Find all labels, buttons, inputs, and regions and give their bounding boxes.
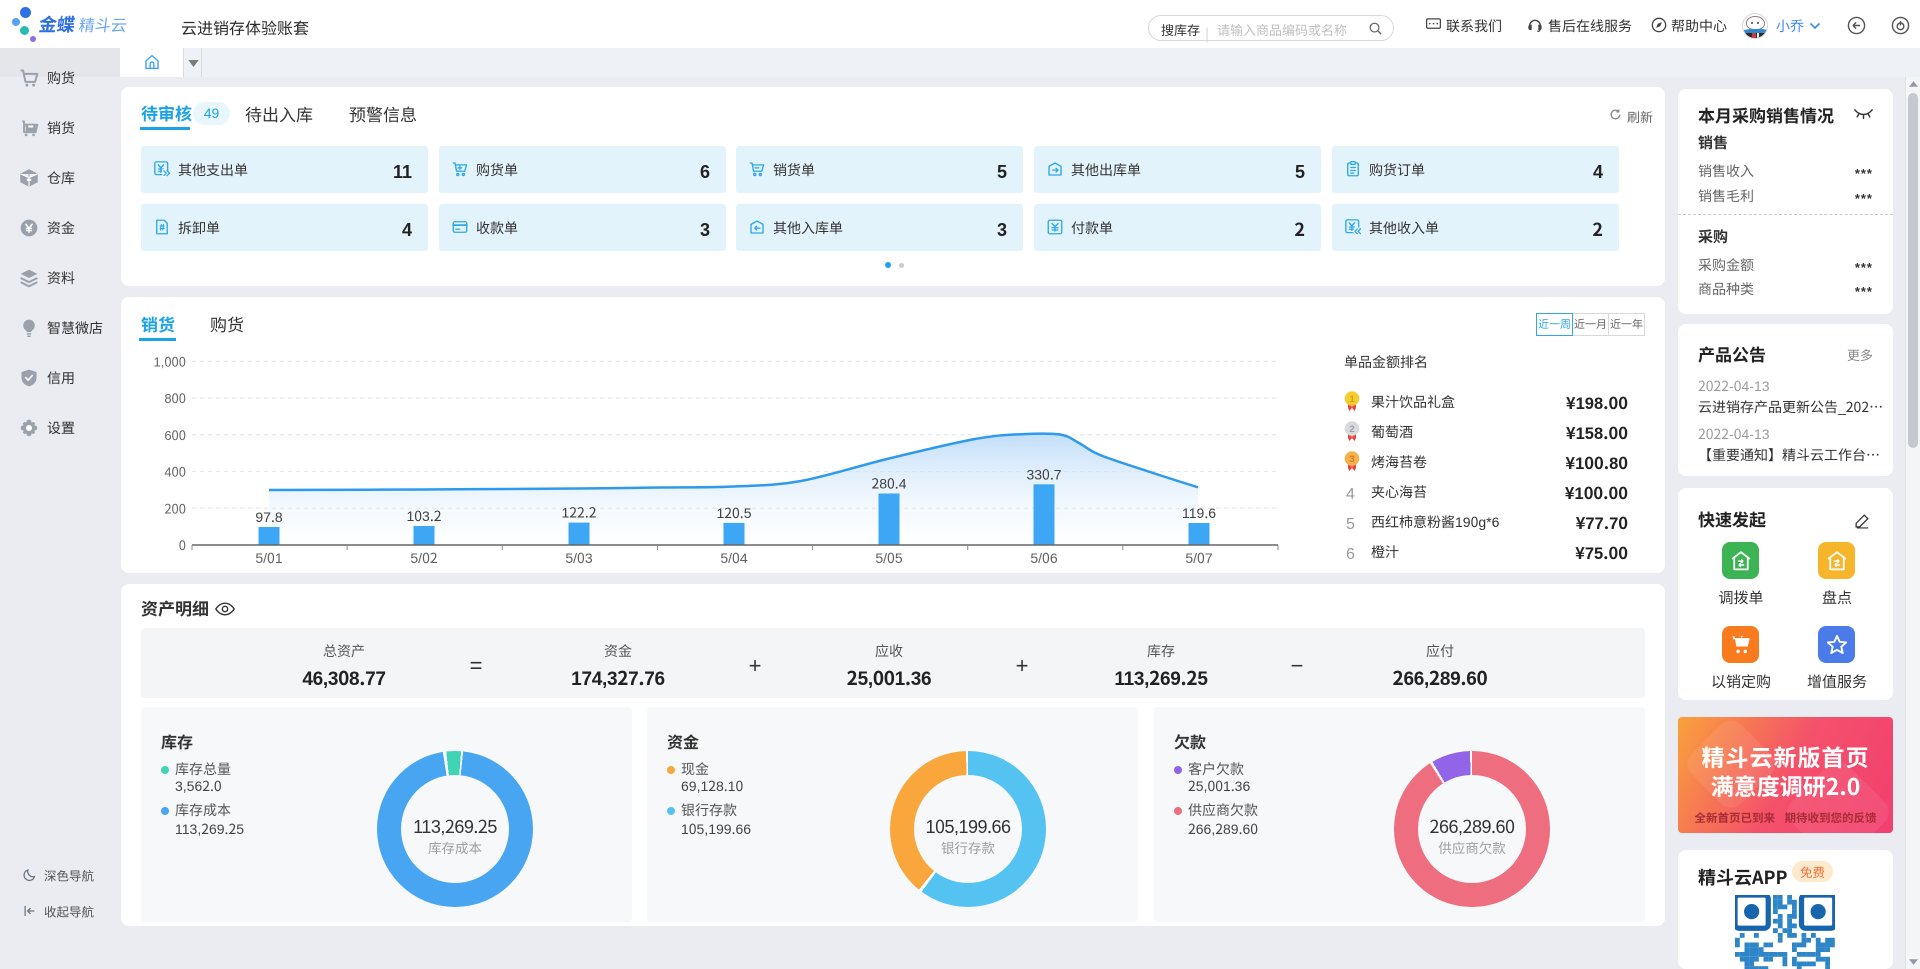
svg-text:103.2: 103.2 <box>406 506 441 526</box>
svg-text:3: 3 <box>1349 454 1354 465</box>
svg-text:5/05: 5/05 <box>875 548 902 568</box>
svg-text:5/07: 5/07 <box>1185 548 1212 568</box>
svg-text:2: 2 <box>1349 424 1354 435</box>
svg-text:5/02: 5/02 <box>410 548 437 568</box>
svg-text:5/03: 5/03 <box>565 548 592 568</box>
svg-text:330.7: 330.7 <box>1026 464 1061 484</box>
svg-text:400: 400 <box>164 462 186 481</box>
svg-text:5/01: 5/01 <box>255 548 282 568</box>
svg-text:119.6: 119.6 <box>1182 503 1216 523</box>
svg-text:5/04: 5/04 <box>720 548 747 568</box>
svg-text:1,000: 1,000 <box>154 351 187 370</box>
svg-text:97.8: 97.8 <box>255 507 282 527</box>
svg-text:5/06: 5/06 <box>1030 548 1057 568</box>
svg-text:800: 800 <box>164 388 186 407</box>
svg-text:0: 0 <box>179 535 186 554</box>
svg-text:600: 600 <box>164 425 186 444</box>
svg-text:280.4: 280.4 <box>871 474 906 494</box>
svg-text:200: 200 <box>164 498 186 517</box>
svg-text:1: 1 <box>1349 394 1355 405</box>
svg-text:122.2: 122.2 <box>562 503 597 523</box>
svg-text:120.5: 120.5 <box>716 503 751 523</box>
